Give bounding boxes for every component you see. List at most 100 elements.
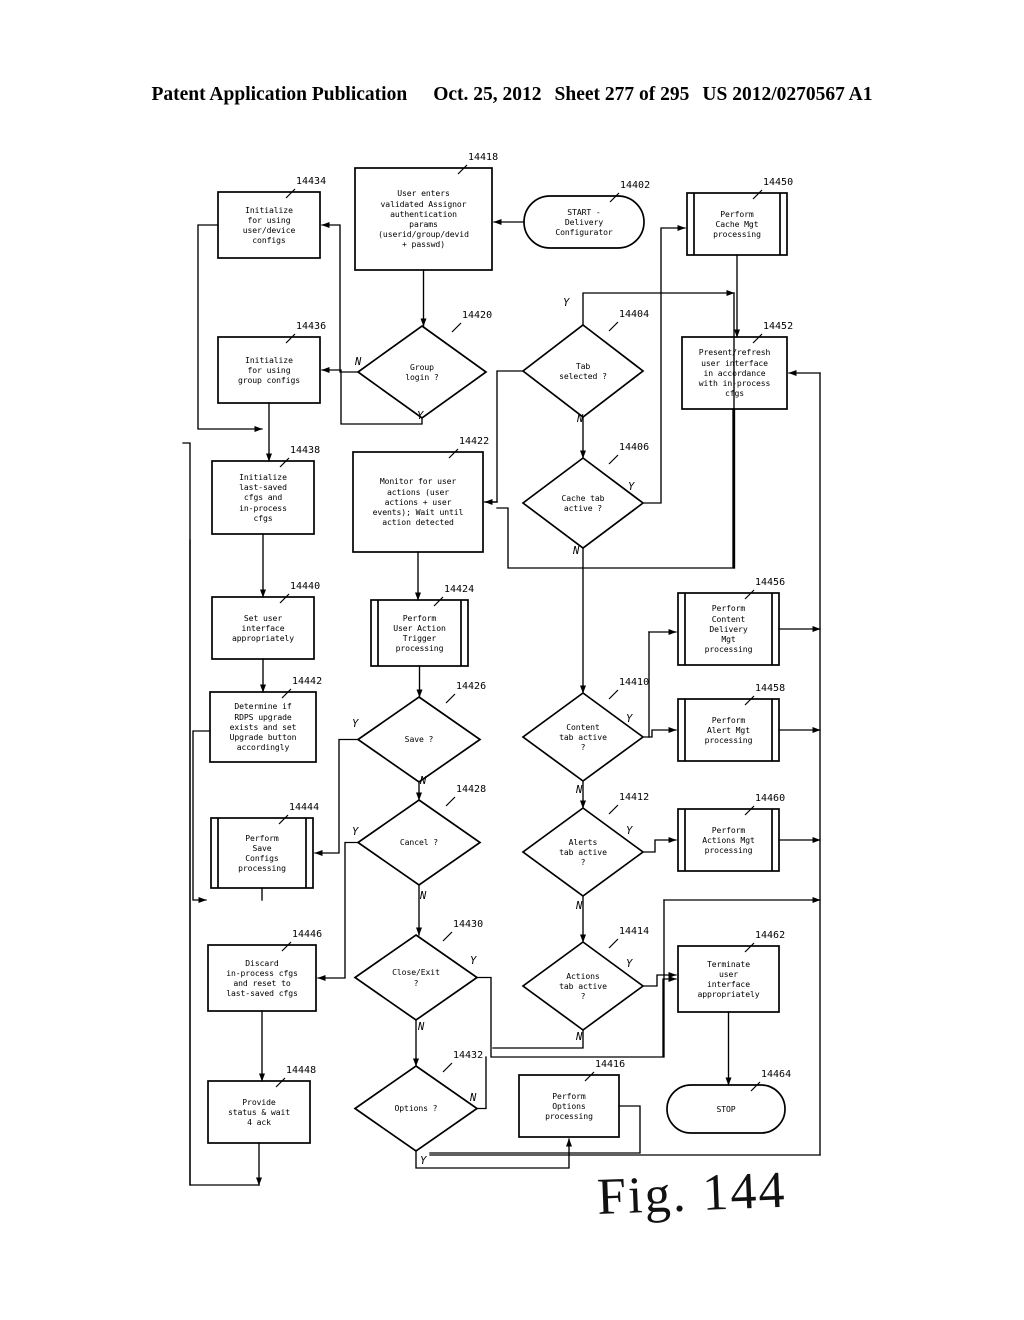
flow-node-14406 [521,456,645,550]
flow-node-14412 [521,806,645,898]
branch-label-y-16: Y [626,825,633,837]
reference-numeral-14418: 14418 [468,152,499,163]
flowchart-canvas [182,164,821,1186]
flow-node-14426 [356,695,482,784]
reference-numeral-14406: 14406 [619,442,650,453]
branch-label-y-2: Y [563,297,570,309]
flow-node-14420 [356,324,488,420]
reference-numeral-14430: 14430 [453,919,484,930]
flow-node-14418 [354,167,493,271]
flow-connector [321,222,359,373]
reference-numeral-14438: 14438 [290,445,321,456]
flow-connector [476,1056,487,1110]
reference-numeral-14412: 14412 [619,792,650,803]
branch-label-y-8: Y [352,826,359,838]
branch-label-y-1: Y [417,410,424,422]
flow-node-14422 [352,451,484,553]
reference-numeral-14424: 14424 [444,584,475,595]
reference-numeral-14432: 14432 [453,1050,484,1061]
reference-numeral-14404: 14404 [619,309,650,320]
flow-node-14402 [523,195,645,249]
reference-leader-line [451,322,462,333]
reference-leader-line [445,796,456,807]
flow-node-14448 [207,1080,311,1144]
reference-numeral-14452: 14452 [763,321,794,332]
flow-node-14442 [209,691,317,763]
flow-node-14436 [217,336,321,404]
reference-leader-line [608,804,619,815]
flow-node-14424 [370,599,469,667]
reference-numeral-14440: 14440 [290,581,321,592]
flow-node-14428 [356,798,482,887]
flow-connector [582,290,735,326]
flow-connector [484,370,524,503]
flow-connector [642,972,677,987]
reference-numeral-14460: 14460 [755,793,786,804]
branch-label-n-17: N [576,900,583,912]
flow-node-14440 [211,596,315,660]
flow-node-14404 [521,323,645,419]
branch-label-n-19: N [576,1031,583,1043]
reference-numeral-14446: 14446 [292,929,323,940]
flow-connector [642,225,686,504]
reference-numeral-14442: 14442 [292,676,323,687]
flow-node-14416 [518,1074,620,1138]
branch-label-n-0: N [355,356,362,368]
reference-numeral-14450: 14450 [763,177,794,188]
flow-node-14458 [677,698,780,762]
reference-leader-line [442,931,453,942]
reference-numeral-14448: 14448 [286,1065,317,1076]
reference-leader-line [608,454,619,465]
branch-label-y-4: Y [628,481,635,493]
figure-label: Fig. 144 [596,1161,788,1226]
flow-connector [492,1029,584,1049]
branch-label-n-7: N [420,775,427,787]
flow-connector [192,730,211,903]
flow-node-14410 [521,691,645,783]
reference-numeral-14434: 14434 [296,176,327,187]
branch-label-n-15: N [576,784,583,796]
branch-label-n-5: N [573,545,580,557]
flow-node-14432 [353,1064,479,1153]
reference-numeral-14462: 14462 [755,930,786,941]
branch-label-y-6: Y [352,718,359,730]
reference-numeral-14414: 14414 [619,926,650,937]
reference-numeral-14436: 14436 [296,321,327,332]
branch-label-n-3: N [577,413,584,425]
flow-connector [317,841,359,981]
flow-connector [642,837,677,853]
reference-leader-line [608,938,619,949]
branch-label-y-10: Y [470,955,477,967]
branch-label-y-14: Y [626,713,633,725]
branch-label-n-12: N [470,1092,477,1104]
reference-numeral-14428: 14428 [456,784,487,795]
branch-label-n-11: N [418,1021,425,1033]
patent-page: Patent Application Publication Oct. 25, 2… [0,0,1024,1320]
reference-leader-line [445,693,456,704]
reference-numeral-14422: 14422 [459,436,490,447]
reference-numeral-14420: 14420 [462,310,493,321]
flow-node-14460 [677,808,780,872]
branch-label-y-18: Y [626,958,633,970]
reference-numeral-14426: 14426 [456,681,487,692]
reference-leader-line [608,689,619,700]
branch-label-n-9: N [420,890,427,902]
reference-numeral-14444: 14444 [289,802,320,813]
branch-label-y-13: Y [420,1155,427,1167]
flow-node-14438 [211,460,315,535]
reference-numeral-14464: 14464 [761,1069,792,1080]
flow-node-14456 [677,592,780,666]
flow-node-14446 [207,944,317,1012]
flow-node-14444 [210,817,314,889]
reference-leader-line [608,321,619,332]
reference-numeral-14416: 14416 [595,1059,626,1070]
reference-numeral-14410: 14410 [619,677,650,688]
reference-numeral-14458: 14458 [755,683,786,694]
reference-leader-line [442,1062,453,1073]
flow-connector [182,442,260,1186]
flow-node-14450 [686,192,788,256]
reference-numeral-14402: 14402 [620,180,651,191]
flow-node-14464 [666,1084,786,1134]
reference-numeral-14456: 14456 [755,577,786,588]
flow-node-14462 [677,945,780,1013]
